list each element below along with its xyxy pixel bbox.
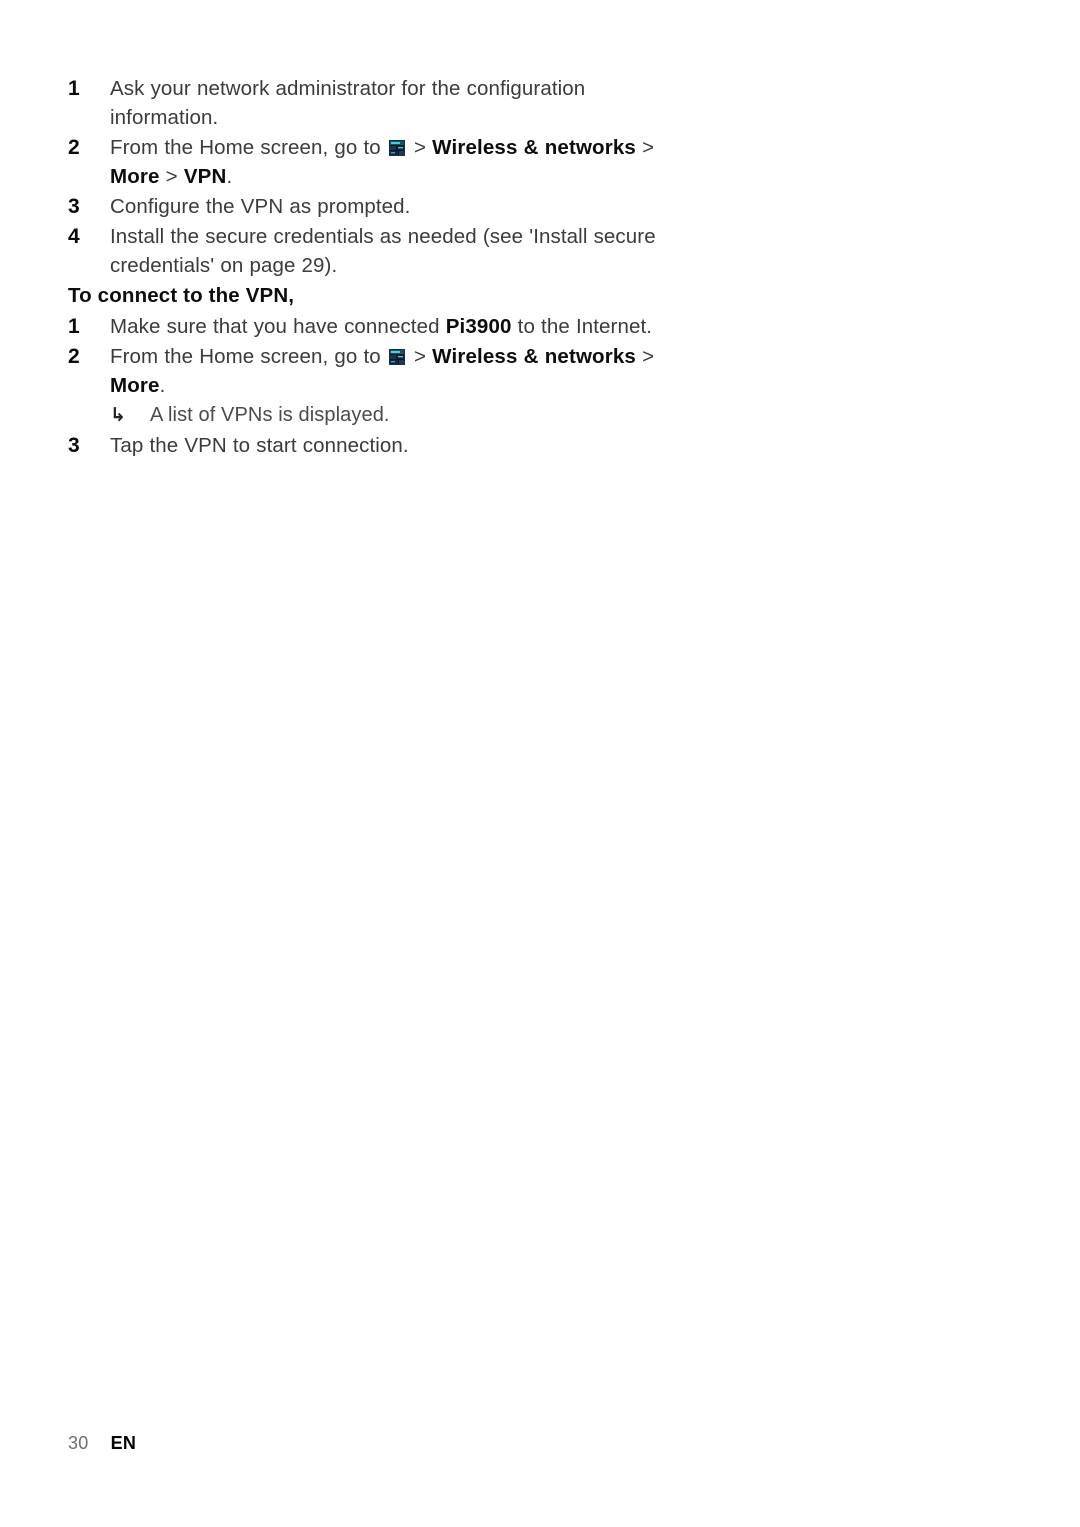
- step-number: 1: [68, 315, 80, 338]
- language-code: EN: [110, 1433, 137, 1453]
- list-item: 2 From the Home screen, go to > Wireless …: [68, 133, 688, 191]
- list-item: 1 Ask your network administrator for the …: [68, 74, 688, 132]
- list-item: 1 Make sure that you have connected Pi390…: [68, 312, 688, 341]
- step-text: From the Home screen, go to: [110, 136, 387, 159]
- emphasis-text: More: [110, 374, 160, 397]
- step-number: 3: [68, 434, 80, 457]
- step-body: Ask your network administrator for the c…: [110, 74, 688, 132]
- list-item: 4 Install the secure credentials as neede…: [68, 222, 688, 280]
- step-body: Install the secure credentials as needed…: [110, 222, 688, 280]
- step-text: Make sure that you have connected: [110, 315, 446, 338]
- step-number: 1: [68, 77, 80, 100]
- document-page: 1 Ask your network administrator for the …: [0, 0, 1080, 1527]
- list-item: 2 From the Home screen, go to > Wireless …: [68, 342, 688, 430]
- result-note-text: A list of VPNs is displayed.: [150, 404, 390, 426]
- step-text: Configure the VPN as prompted.: [110, 195, 411, 218]
- step-number: 2: [68, 136, 80, 159]
- step-number: 2: [68, 345, 80, 368]
- step-number: 4: [68, 225, 80, 248]
- step-text: to the Internet.: [511, 315, 653, 338]
- path-separator: >: [635, 136, 655, 159]
- step-body: From the Home screen, go to > Wireless &…: [110, 133, 688, 191]
- step-text: .: [159, 374, 166, 397]
- step-body: Tap the VPN to start connection.: [110, 431, 688, 460]
- step-text: From the Home screen, go to: [110, 345, 387, 368]
- emphasis-text: Pi3900: [445, 315, 512, 338]
- emphasis-text: VPN: [183, 165, 227, 188]
- step-result-note: ↳ A list of VPNs is displayed.: [110, 401, 688, 430]
- step-text: Install the secure credentials as needed…: [110, 225, 656, 277]
- connect-to-vpn-heading: To connect to the VPN,: [68, 284, 295, 307]
- page-footer: 30 EN: [68, 1433, 136, 1454]
- path-separator: >: [407, 136, 433, 159]
- setup-vpn-steps: 1 Ask your network administrator for the …: [68, 74, 688, 280]
- page-number: 30: [68, 1433, 89, 1453]
- path-separator: >: [407, 345, 433, 368]
- emphasis-text: More: [110, 165, 160, 188]
- step-number: 3: [68, 195, 80, 218]
- step-body: From the Home screen, go to > Wireless &…: [110, 342, 688, 400]
- emphasis-text: Wireless & networks: [432, 136, 636, 159]
- path-separator: >: [159, 165, 184, 188]
- step-text: Tap the VPN to start connection.: [110, 434, 409, 457]
- path-separator: >: [635, 345, 655, 368]
- emphasis-text: Wireless & networks: [432, 345, 636, 368]
- step-text: Ask your network administrator for the c…: [110, 77, 586, 129]
- step-text: .: [226, 165, 233, 188]
- list-item: 3 Configure the VPN as prompted.: [68, 192, 688, 221]
- settings-tiles-icon: [388, 140, 405, 156]
- step-body: Make sure that you have connected Pi3900…: [110, 312, 688, 341]
- page-content: 1 Ask your network administrator for the …: [68, 74, 688, 461]
- list-item: 3 Tap the VPN to start connection.: [68, 431, 688, 460]
- connect-vpn-steps: 1 Make sure that you have connected Pi390…: [68, 312, 688, 460]
- step-body: Configure the VPN as prompted.: [110, 192, 688, 221]
- result-arrow-icon: ↳: [110, 405, 126, 426]
- settings-tiles-icon: [388, 349, 405, 365]
